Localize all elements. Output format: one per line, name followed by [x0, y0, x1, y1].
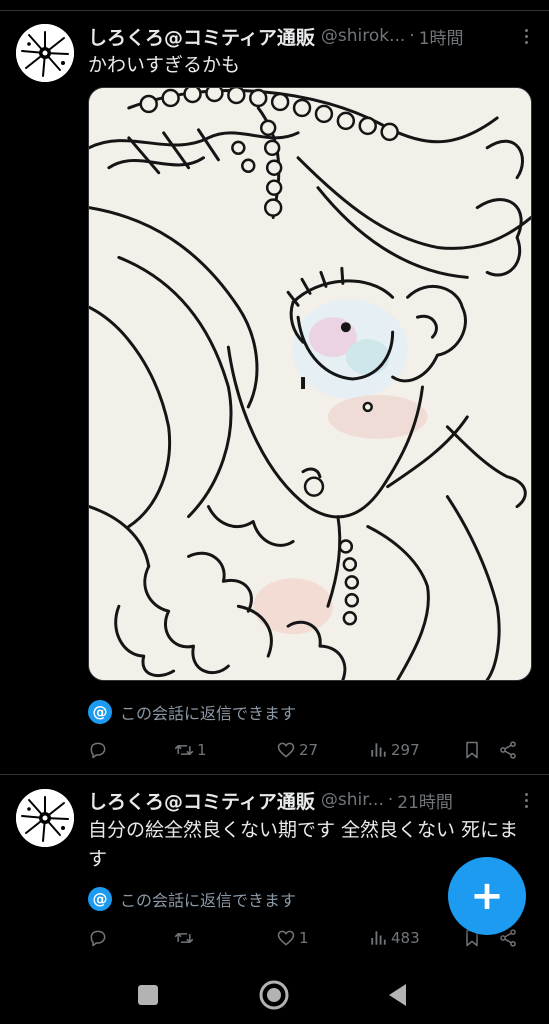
retweet-button[interactable]: [174, 924, 197, 952]
share-button[interactable]: [498, 736, 518, 764]
views-bar-chart-icon: [371, 931, 386, 945]
at-sign-icon: @: [88, 700, 112, 724]
like-count: 1: [299, 929, 309, 947]
views-button[interactable]: 483: [368, 924, 420, 952]
reply-restriction-note: @ この会話に返信できます: [88, 699, 296, 725]
more-options-icon[interactable]: [517, 785, 535, 815]
views-button[interactable]: 297: [368, 736, 420, 764]
bookmark-button[interactable]: [462, 736, 482, 764]
reply-restriction-note: @ この会話に返信できます: [88, 886, 296, 912]
handle[interactable]: @shirok...: [321, 26, 405, 46]
home-circle-icon: [259, 980, 289, 1010]
reply-icon: [90, 930, 106, 947]
retweet-icon: [174, 933, 194, 943]
compose-plus-icon: +: [470, 873, 504, 919]
tweet-image[interactable]: [88, 87, 532, 681]
more-options-icon[interactable]: [517, 21, 535, 51]
tweet-header: しろくろ@コミティア通販 @shir... · 21時間: [88, 785, 539, 815]
retweet-icon: [174, 745, 194, 755]
heart-icon: [277, 742, 295, 758]
view-count: 483: [391, 929, 420, 947]
tweet-text: 自分の絵全然良くない期です 全然良くない 死にます: [88, 819, 519, 870]
avatar[interactable]: [16, 24, 74, 82]
reply-restriction-text: この会話に返信できます: [120, 704, 297, 723]
like-count: 27: [299, 741, 319, 759]
at-sign-icon: @: [88, 887, 112, 911]
tweet-actions: 1 483: [88, 924, 525, 952]
separator-dot: ·: [387, 790, 394, 810]
reply-restriction-text: この会話に返信できます: [120, 891, 297, 910]
reply-button[interactable]: [88, 736, 111, 764]
sparkle-avatar-icon: [16, 24, 74, 82]
system-navigation-bar: [0, 965, 549, 1024]
tweet-card[interactable]: しろくろ@コミティア通販 @shirok... · 1時間 かわいすぎるかも @…: [0, 10, 549, 775]
sparkle-avatar-icon: [16, 789, 74, 847]
reply-button[interactable]: [88, 924, 111, 952]
like-button[interactable]: 1: [276, 924, 309, 952]
tweet-header: しろくろ@コミティア通販 @shirok... · 1時間: [88, 21, 539, 51]
recents-button[interactable]: [130, 977, 166, 1013]
compose-button[interactable]: +: [448, 857, 526, 935]
views-bar-chart-icon: [371, 743, 386, 757]
bookmark-icon: [466, 741, 478, 759]
display-name[interactable]: しろくろ@コミティア通販: [88, 787, 315, 814]
recents-square-icon: [138, 985, 158, 1005]
reply-icon: [90, 742, 106, 759]
timestamp[interactable]: 21時間: [397, 788, 453, 813]
share-icon: [500, 741, 516, 759]
avatar[interactable]: [16, 789, 74, 847]
retweet-button[interactable]: 1: [174, 736, 207, 764]
like-button[interactable]: 27: [276, 736, 318, 764]
back-button[interactable]: [380, 977, 416, 1013]
tweet-actions: 1 27 297: [88, 736, 525, 764]
heart-icon: [277, 930, 295, 946]
view-count: 297: [391, 741, 420, 759]
back-triangle-icon: [389, 984, 406, 1006]
home-button[interactable]: [256, 977, 292, 1013]
timeline-feed: しろくろ@コミティア通販 @shirok... · 1時間 かわいすぎるかも @…: [0, 0, 549, 965]
illustration-line-art-icon: [89, 88, 531, 680]
handle[interactable]: @shir...: [321, 790, 384, 810]
timestamp[interactable]: 1時間: [419, 24, 464, 49]
separator-dot: ·: [409, 26, 415, 46]
display-name[interactable]: しろくろ@コミティア通販: [88, 23, 315, 50]
tweet-text: かわいすぎるかも: [88, 54, 241, 76]
retweet-count: 1: [197, 741, 207, 759]
